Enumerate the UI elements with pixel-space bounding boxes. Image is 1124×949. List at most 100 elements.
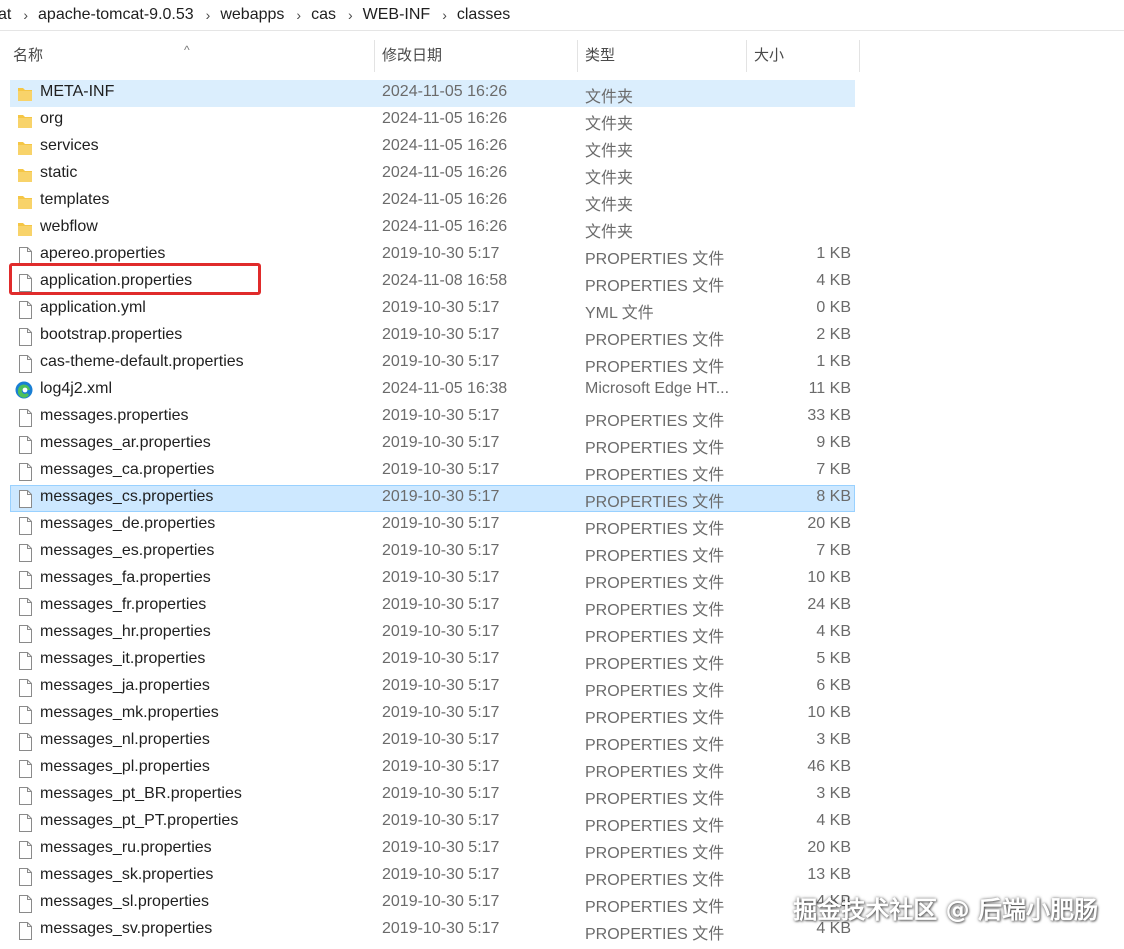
- modified-date: 2024-11-05 16:38: [382, 380, 508, 397]
- file-type: PROPERTIES 文件: [585, 710, 725, 727]
- edge-icon: [15, 381, 33, 399]
- file-size: 11 KB: [808, 380, 851, 397]
- breadcrumb-item[interactable]: apache-tomcat-9.0.53: [38, 6, 200, 24]
- breadcrumb-item[interactable]: classes: [457, 6, 516, 24]
- file-type: PROPERTIES 文件: [585, 521, 725, 538]
- breadcrumb-item[interactable]: WEB-INF: [363, 6, 437, 24]
- table-row[interactable]: log4j2.xml 2024-11-05 16:38 Microsoft Edge…: [0, 377, 860, 404]
- file-type: PROPERTIES 文件: [585, 629, 725, 646]
- file-size: 10 KB: [807, 569, 851, 586]
- modified-date: 2019-10-30 5:17: [382, 920, 500, 937]
- table-row[interactable]: messages_sl.properties 2019-10-30 5:17 PRO…: [0, 890, 860, 917]
- column-header-size[interactable]: 大小: [747, 40, 860, 72]
- modified-date: 2019-10-30 5:17: [382, 542, 500, 559]
- table-row[interactable]: webflow 2024-11-05 16:26 文件夹: [0, 215, 860, 242]
- file-icon: [17, 895, 33, 913]
- table-row[interactable]: messages_es.properties 2019-10-30 5:17 PRO…: [0, 539, 860, 566]
- file-name: messages_ja.properties: [40, 677, 210, 694]
- file-type: PROPERTIES 文件: [585, 899, 725, 916]
- modified-date: 2019-10-30 5:17: [382, 596, 500, 613]
- table-row[interactable]: static 2024-11-05 16:26 文件夹: [0, 161, 860, 188]
- file-icon: [17, 679, 33, 697]
- file-name: org: [40, 110, 64, 127]
- table-row[interactable]: messages_pt_PT.properties 2019-10-30 5:17…: [0, 809, 860, 836]
- modified-date: 2019-10-30 5:17: [382, 461, 500, 478]
- file-name: messages_fa.properties: [40, 569, 211, 586]
- table-row[interactable]: messages_sk.properties 2019-10-30 5:17 PRO…: [0, 863, 860, 890]
- file-name: messages_mk.properties: [40, 704, 219, 721]
- file-icon: [17, 490, 33, 508]
- chevron-right-icon[interactable]: ›: [200, 7, 221, 23]
- column-header-type[interactable]: 类型: [578, 40, 747, 72]
- table-row[interactable]: messages_de.properties 2019-10-30 5:17 PRO…: [0, 512, 860, 539]
- file-name: messages_hr.properties: [40, 623, 211, 640]
- file-name: messages_fr.properties: [40, 596, 207, 613]
- file-icon: [17, 922, 33, 940]
- table-row[interactable]: messages_nl.properties 2019-10-30 5:17 PRO…: [0, 728, 860, 755]
- table-row[interactable]: messages_ca.properties 2019-10-30 5:17 PRO…: [0, 458, 860, 485]
- file-type: YML 文件: [585, 305, 654, 322]
- file-type: PROPERTIES 文件: [585, 926, 725, 943]
- file-name: META-INF: [40, 83, 115, 100]
- annotation-highlight-box: [9, 263, 261, 295]
- table-row[interactable]: messages_ar.properties 2019-10-30 5:17 PRO…: [0, 431, 860, 458]
- file-size: 1 KB: [816, 245, 851, 262]
- column-header-name-label: 名称: [13, 47, 44, 64]
- file-name: messages_cs.properties: [40, 488, 214, 505]
- table-row[interactable]: META-INF 2024-11-05 16:26 文件夹: [0, 80, 860, 107]
- file-name: bootstrap.properties: [40, 326, 183, 343]
- table-row[interactable]: application.yml 2019-10-30 5:17 YML 文件 0 KB: [0, 296, 860, 323]
- table-row[interactable]: messages_pl.properties 2019-10-30 5:17 PRO…: [0, 755, 860, 782]
- table-row[interactable]: messages_pt_BR.properties 2019-10-30 5:17…: [0, 782, 860, 809]
- table-row[interactable]: messages_sv.properties 2019-10-30 5:17 PRO…: [0, 917, 860, 944]
- file-size: 4 KB: [816, 623, 851, 640]
- chevron-right-icon[interactable]: ›: [342, 7, 363, 23]
- file-name: cas-theme-default.properties: [40, 353, 244, 370]
- file-type: PROPERTIES 文件: [585, 332, 725, 349]
- table-row[interactable]: templates 2024-11-05 16:26 文件夹: [0, 188, 860, 215]
- table-row[interactable]: services 2024-11-05 16:26 文件夹: [0, 134, 860, 161]
- file-type: PROPERTIES 文件: [585, 359, 725, 376]
- table-row[interactable]: messages_it.properties 2019-10-30 5:17 PRO…: [0, 647, 860, 674]
- file-name: log4j2.xml: [40, 380, 113, 397]
- table-row[interactable]: cas-theme-default.properties 2019-10-30 5…: [0, 350, 860, 377]
- file-size: 46 KB: [807, 758, 851, 775]
- file-type: 文件夹: [585, 224, 634, 241]
- folder-icon: [17, 166, 33, 184]
- column-header-name[interactable]: ^ 名称: [0, 40, 375, 72]
- file-type: PROPERTIES 文件: [585, 413, 725, 430]
- file-type: PROPERTIES 文件: [585, 494, 725, 511]
- table-row[interactable]: org 2024-11-05 16:26 文件夹: [0, 107, 860, 134]
- chevron-right-icon[interactable]: ›: [290, 7, 311, 23]
- file-size: 0 KB: [816, 299, 851, 316]
- table-row[interactable]: messages.properties 2019-10-30 5:17 PROPER…: [0, 404, 860, 431]
- modified-date: 2024-11-05 16:26: [382, 191, 508, 208]
- table-row[interactable]: messages_fa.properties 2019-10-30 5:17 PRO…: [0, 566, 860, 593]
- file-icon: [17, 463, 33, 481]
- modified-date: 2024-11-05 16:26: [382, 137, 508, 154]
- table-row[interactable]: messages_ru.properties 2019-10-30 5:17 PRO…: [0, 836, 860, 863]
- chevron-right-icon[interactable]: ›: [17, 7, 38, 23]
- breadcrumb-item[interactable]: webapps: [220, 6, 290, 24]
- modified-date: 2019-10-30 5:17: [382, 812, 500, 829]
- table-row[interactable]: messages_ja.properties 2019-10-30 5:17 PRO…: [0, 674, 860, 701]
- file-name: messages_pt_BR.properties: [40, 785, 242, 802]
- table-row[interactable]: messages_fr.properties 2019-10-30 5:17 PRO…: [0, 593, 860, 620]
- column-header-date-label: 修改日期: [382, 47, 443, 64]
- chevron-right-icon[interactable]: ›: [436, 7, 457, 23]
- file-size: 8 KB: [816, 488, 851, 505]
- modified-date: 2019-10-30 5:17: [382, 569, 500, 586]
- modified-date: 2019-10-30 5:17: [382, 434, 500, 451]
- file-name: apereo.properties: [40, 245, 166, 262]
- breadcrumb-item[interactable]: at: [0, 6, 17, 24]
- file-type: PROPERTIES 文件: [585, 656, 725, 673]
- table-row[interactable]: messages_hr.properties 2019-10-30 5:17 PRO…: [0, 620, 860, 647]
- table-row[interactable]: bootstrap.properties 2019-10-30 5:17 PROPE…: [0, 323, 860, 350]
- breadcrumb-item[interactable]: cas: [311, 6, 342, 24]
- table-row[interactable]: messages_mk.properties 2019-10-30 5:17 PRO…: [0, 701, 860, 728]
- table-row[interactable]: messages_cs.properties 2019-10-30 5:17 PRO…: [0, 485, 860, 512]
- file-icon: [17, 706, 33, 724]
- column-header-date[interactable]: 修改日期: [375, 40, 578, 72]
- file-name: webflow: [40, 218, 98, 235]
- file-type: 文件夹: [585, 197, 634, 214]
